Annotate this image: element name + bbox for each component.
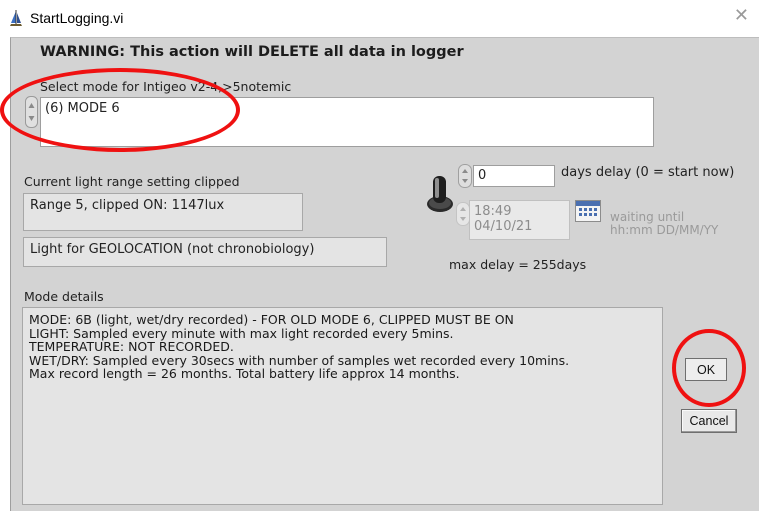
ok-button-face[interactable]: OK	[685, 358, 727, 381]
mode-ring-spinner[interactable]	[25, 96, 38, 128]
light-purpose-field: Light for GEOLOCATION (not chronobiology…	[23, 237, 387, 267]
max-delay-label: max delay = 255days	[449, 257, 587, 272]
title-bar: StartLogging.vi ✕	[0, 0, 759, 36]
ok-button[interactable]: OK	[682, 355, 730, 384]
days-delay-label: days delay (0 = start now)	[561, 165, 735, 180]
mode-select-field[interactable]: (6) MODE 6	[40, 97, 654, 147]
window-title: StartLogging.vi	[30, 10, 124, 26]
mode-details-line: TEMPERATURE: NOT RECORDED.	[29, 339, 234, 354]
delay-toggle-switch[interactable]	[424, 172, 458, 216]
mode-details-line: Max record length = 26 months. Total bat…	[29, 366, 460, 381]
mode-details-line: LIGHT: Sampled every minute with max lig…	[29, 325, 454, 341]
mode-details-label: Mode details	[24, 289, 104, 304]
light-purpose-value: Light for GEOLOCATION (not chronobiology…	[30, 242, 315, 257]
mode-select-value: (6) MODE 6	[45, 101, 120, 116]
mode-details-line: WET/DRY: Sampled every 30secs with numbe…	[29, 352, 570, 368]
time-value: 18:49	[474, 204, 512, 219]
date-value: 04/10/21	[474, 219, 533, 234]
days-delay-spinner[interactable]	[458, 164, 472, 188]
mode-details-box: MODE: 6B (light, wet/dry recorded) - FOR…	[22, 307, 663, 505]
mode-select-label: Select mode for Intigeo v2-4,>5notemic	[40, 79, 292, 94]
days-delay-input[interactable]: 0	[473, 165, 555, 187]
warning-text: WARNING: This action will DELETE all dat…	[40, 44, 464, 60]
light-range-value: Range 5, clipped ON: 1147lux	[30, 198, 225, 213]
datetime-field[interactable]: 18:49 04/10/21	[469, 200, 570, 240]
datetime-spinner[interactable]	[456, 202, 470, 226]
light-range-label: Current light range setting clipped	[24, 174, 240, 189]
light-range-field: Range 5, clipped ON: 1147lux	[23, 193, 303, 231]
app-icon	[10, 10, 22, 26]
calendar-icon[interactable]	[575, 200, 601, 222]
waiting-until-label: waiting until hh:mm DD/MM/YY	[610, 211, 718, 237]
ok-button-label: OK	[696, 362, 716, 377]
close-icon[interactable]: ✕	[734, 7, 749, 25]
waiting-line-2: hh:mm DD/MM/YY	[610, 223, 719, 237]
cancel-button[interactable]: Cancel	[681, 409, 737, 433]
mode-details-line: MODE: 6B (light, wet/dry recorded) - FOR…	[29, 312, 514, 327]
days-delay-value: 0	[478, 168, 487, 183]
